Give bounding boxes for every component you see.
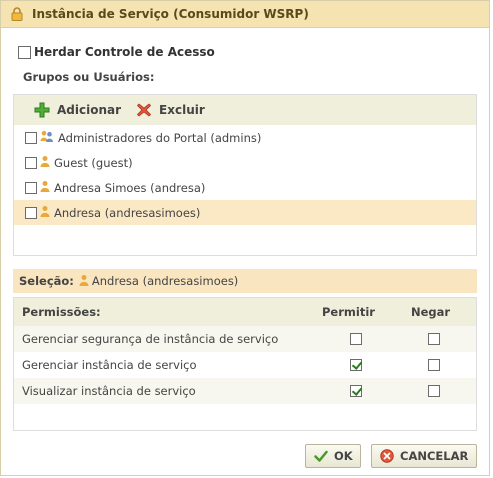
user-icon xyxy=(40,180,50,195)
add-label: Adicionar xyxy=(57,103,122,117)
member-row-selected[interactable]: Andresa (andresasimoes) xyxy=(14,200,476,225)
permission-row: Visualizar instância de serviço xyxy=(14,378,476,404)
cancel-button[interactable]: CANCELAR xyxy=(371,444,477,468)
members-toolbar: Adicionar Excluir xyxy=(14,95,476,125)
inherit-label: Herdar Controle de Acesso xyxy=(34,45,215,59)
member-name: Andresa (andresasimoes) xyxy=(54,205,201,220)
checkmark-icon xyxy=(314,449,328,463)
delete-label: Excluir xyxy=(159,103,205,117)
allow-checkbox[interactable] xyxy=(350,333,362,345)
deny-checkbox[interactable] xyxy=(428,385,440,397)
permissions-header: Permissões: Permitir Negar xyxy=(14,298,476,326)
permissions-dialog: Instância de Serviço (Consumidor WSRP) H… xyxy=(0,0,490,476)
members-list: Adicionar Excluir Administradores do Por… xyxy=(13,94,477,256)
dialog-title: Instância de Serviço (Consumidor WSRP) xyxy=(32,7,309,21)
permissions-table: Permissões: Permitir Negar Gerenciar seg… xyxy=(13,297,477,431)
member-name: Administradores do Portal (admins) xyxy=(58,130,262,145)
member-name: Andresa Simoes (andresa) xyxy=(54,180,206,195)
header-permissions: Permissões: xyxy=(22,305,101,319)
inherit-checkbox[interactable] xyxy=(18,45,31,59)
plus-icon xyxy=(34,102,50,118)
cancel-icon xyxy=(380,449,394,463)
selection-bar: Seleção: Andresa (andresasimoes) xyxy=(13,269,477,293)
header-deny: Negar xyxy=(411,305,451,319)
member-row[interactable]: Administradores do Portal (admins) xyxy=(14,125,476,150)
permission-name: Visualizar instância de serviço xyxy=(22,384,196,398)
member-name: Guest (guest) xyxy=(54,155,133,170)
dialog-titlebar: Instância de Serviço (Consumidor WSRP) xyxy=(1,1,489,28)
permission-name: Gerenciar instância de serviço xyxy=(22,358,197,372)
user-icon xyxy=(40,155,50,170)
member-checkbox[interactable] xyxy=(25,131,37,144)
user-icon xyxy=(79,274,89,289)
delete-x-icon xyxy=(136,102,152,118)
permission-name: Gerenciar segurança de instância de serv… xyxy=(22,332,279,346)
member-row[interactable]: Andresa Simoes (andresa) xyxy=(14,175,476,200)
member-checkbox[interactable] xyxy=(25,156,37,169)
user-icon xyxy=(40,205,50,220)
member-checkbox[interactable] xyxy=(25,206,37,219)
member-checkbox[interactable] xyxy=(25,181,37,194)
member-row[interactable]: Guest (guest) xyxy=(14,150,476,175)
deny-checkbox[interactable] xyxy=(428,333,440,345)
selection-label: Seleção: xyxy=(19,274,74,288)
ok-button[interactable]: OK xyxy=(305,444,361,468)
allow-checkbox[interactable] xyxy=(350,385,362,397)
delete-button[interactable]: Excluir xyxy=(136,102,205,118)
deny-checkbox[interactable] xyxy=(428,359,440,371)
permission-row: Gerenciar segurança de instância de serv… xyxy=(14,326,476,352)
allow-checkbox[interactable] xyxy=(350,359,362,371)
lock-icon xyxy=(11,7,23,21)
header-allow: Permitir xyxy=(322,305,375,319)
inherit-access-control[interactable]: Herdar Controle de Acesso xyxy=(18,45,215,59)
permission-row: Gerenciar instância de serviço xyxy=(14,352,476,378)
selection-value: Andresa (andresasimoes) xyxy=(91,274,239,288)
ok-label: OK xyxy=(334,449,353,463)
group-icon xyxy=(40,130,54,145)
add-button[interactable]: Adicionar xyxy=(34,102,121,118)
groups-users-label: Grupos ou Usuários: xyxy=(23,70,155,84)
cancel-label: CANCELAR xyxy=(400,449,469,463)
